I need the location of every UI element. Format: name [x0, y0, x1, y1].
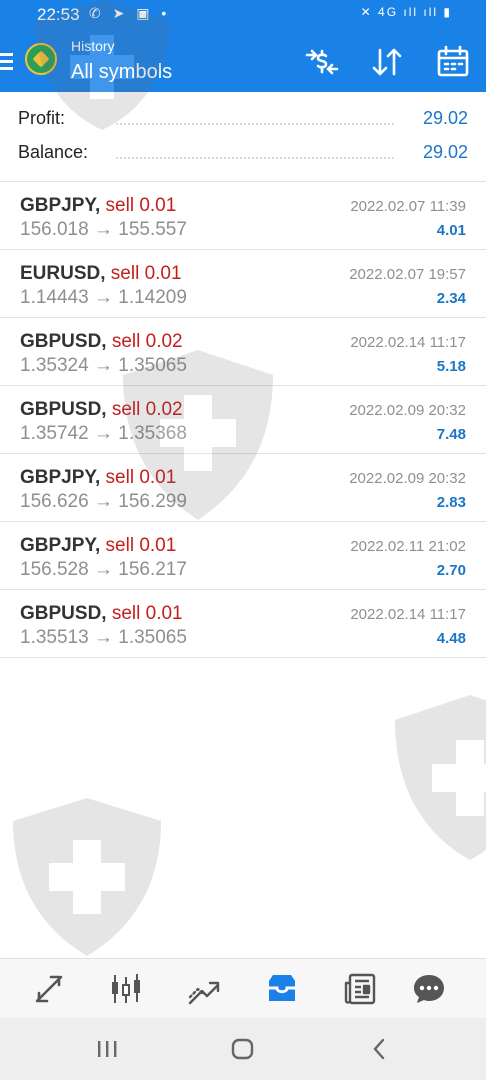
screen-subtitle: History	[71, 38, 115, 54]
trade-side-volume: sell 0.02	[111, 399, 183, 420]
history-inbox-icon[interactable]	[264, 971, 300, 1007]
trade-row[interactable]: GBPJPY, sell 0.01 156.528 → 156.217 2022…	[0, 522, 486, 590]
watermark-shield-icon	[395, 695, 486, 860]
profit-row: Profit: 29.02	[18, 108, 468, 134]
arrow-icon: →	[93, 219, 113, 240]
trade-profit: 4.48	[436, 630, 466, 647]
trade-side-volume: sell 0.01	[105, 535, 177, 556]
trade-profit: 5.18	[436, 358, 466, 375]
arrow-icon: →	[93, 355, 113, 376]
balance-value: 29.02	[422, 142, 468, 162]
trade-row[interactable]: GBPJPY, sell 0.01 156.626 → 156.299 2022…	[0, 454, 486, 522]
trade-datetime: 2022.02.11 21:02	[350, 538, 466, 555]
trade-symbol: EURUSD,	[20, 263, 106, 284]
trade-symbol: GBPJPY,	[20, 195, 101, 216]
bottom-navigation	[0, 958, 486, 1018]
arrow-icon: →	[93, 423, 113, 444]
trade-row[interactable]: GBPUSD, sell 0.02 1.35742 → 1.35368 2022…	[0, 386, 486, 454]
app-bar: 22:53 ✆ ➤ ▣ • ✕ 4G ıll ıll ▮ History All…	[0, 0, 486, 92]
trade-datetime: 2022.02.09 20:32	[349, 402, 466, 419]
menu-icon[interactable]	[0, 51, 14, 71]
balance-row: Balance: 29.02	[18, 142, 468, 168]
arrow-icon: →	[93, 627, 113, 648]
close-price: 156.299	[118, 491, 187, 512]
trade-row[interactable]: GBPUSD, sell 0.01 1.35513 → 1.35065 2022…	[0, 590, 486, 658]
system-status-icons: ✕ 4G ıll ıll ▮	[360, 5, 452, 19]
trade-symbol: GBPJPY,	[20, 535, 101, 556]
profit-label: Profit:	[18, 108, 66, 128]
profit-value: 29.02	[422, 108, 468, 128]
news-icon[interactable]	[342, 971, 378, 1007]
trade-datetime: 2022.02.07 19:57	[349, 266, 466, 283]
trade-profit: 2.83	[436, 494, 466, 511]
currency-exchange-icon[interactable]	[302, 42, 342, 82]
chart-candles-icon[interactable]	[108, 971, 144, 1007]
dotted-leader	[116, 123, 394, 125]
close-price: 1.35065	[118, 627, 187, 648]
trade-side-volume: sell 0.02	[111, 331, 183, 352]
trade-profit: 2.70	[436, 562, 466, 579]
status-bar: 22:53 ✆ ➤ ▣ • ✕ 4G ıll ıll ▮	[0, 0, 486, 30]
arrow-icon: →	[93, 559, 113, 580]
sort-icon[interactable]	[367, 42, 407, 82]
trade-profit: 7.48	[436, 426, 466, 443]
close-price: 1.35065	[118, 355, 187, 376]
trade-icon[interactable]	[186, 971, 222, 1007]
back-icon[interactable]	[365, 1036, 395, 1062]
quotes-icon[interactable]	[31, 971, 67, 1007]
home-icon[interactable]	[228, 1036, 258, 1062]
chat-icon[interactable]	[411, 971, 447, 1007]
trade-side-volume: sell 0.01	[111, 603, 183, 624]
watermark-shield-icon	[13, 798, 161, 956]
close-price: 155.557	[118, 219, 187, 240]
balance-label: Balance:	[18, 142, 89, 162]
close-price: 156.217	[118, 559, 187, 580]
trade-side-volume: sell 0.01	[110, 263, 182, 284]
open-price: 1.14443	[20, 287, 89, 308]
close-price: 1.14209	[118, 287, 187, 308]
dotted-leader	[116, 157, 394, 159]
arrow-icon: →	[93, 491, 113, 512]
trade-symbol: GBPUSD,	[20, 331, 107, 352]
trade-datetime: 2022.02.14 11:17	[350, 334, 466, 351]
arrow-icon: →	[93, 287, 113, 308]
close-price: 1.35368	[118, 423, 187, 444]
account-summary: Profit: 29.02 Balance: 29.02	[0, 92, 486, 182]
symbol-filter-title[interactable]: All symbols	[71, 61, 172, 84]
open-price: 156.626	[20, 491, 89, 512]
open-price: 1.35324	[20, 355, 89, 376]
trade-datetime: 2022.02.07 11:39	[350, 198, 466, 215]
trade-symbol: GBPJPY,	[20, 467, 101, 488]
trade-row[interactable]: GBPJPY, sell 0.01 156.018 → 155.557 2022…	[0, 182, 486, 250]
trade-symbol: GBPUSD,	[20, 603, 107, 624]
trade-datetime: 2022.02.09 20:32	[349, 470, 466, 487]
trade-symbol: GBPUSD,	[20, 399, 107, 420]
open-price: 156.018	[20, 219, 89, 240]
calendar-icon[interactable]	[433, 42, 473, 82]
open-price: 156.528	[20, 559, 89, 580]
recent-apps-icon[interactable]	[93, 1036, 123, 1062]
trade-datetime: 2022.02.14 11:17	[350, 606, 466, 623]
metatrader-logo	[25, 43, 57, 75]
open-price: 1.35742	[20, 423, 89, 444]
trade-profit: 2.34	[436, 290, 466, 307]
open-price: 1.35513	[20, 627, 89, 648]
status-time: 22:53	[37, 5, 80, 24]
system-navigation-bar	[0, 1018, 486, 1080]
trade-side-volume: sell 0.01	[105, 467, 177, 488]
trade-side-volume: sell 0.01	[105, 195, 177, 216]
trade-profit: 4.01	[436, 222, 466, 239]
trade-row[interactable]: EURUSD, sell 0.01 1.14443 → 1.14209 2022…	[0, 250, 486, 318]
notification-icons: ✆ ➤ ▣ •	[89, 5, 171, 21]
trade-row[interactable]: GBPUSD, sell 0.02 1.35324 → 1.35065 2022…	[0, 318, 486, 386]
